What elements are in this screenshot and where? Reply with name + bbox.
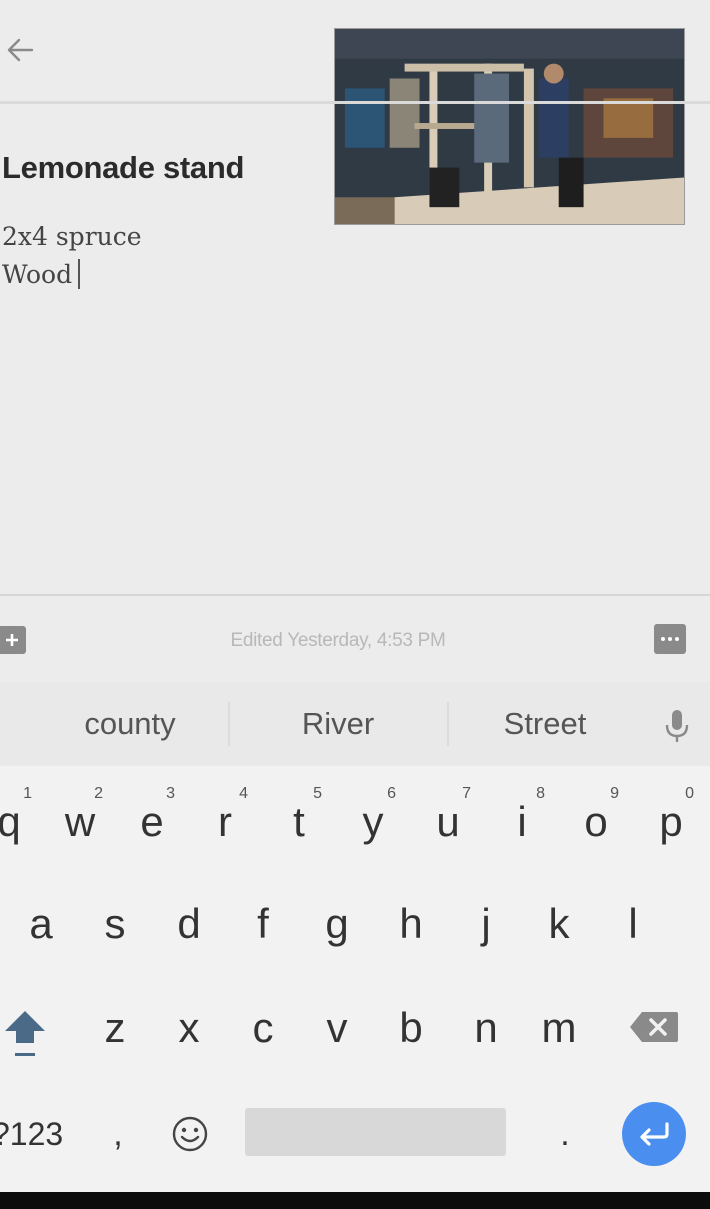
note-image-thumbnail[interactable] [334,28,685,225]
top-divider [0,101,710,104]
comma-key[interactable]: , [98,1092,138,1176]
back-button[interactable] [0,30,40,70]
smiley-icon [172,1116,208,1152]
key-i[interactable]: i8 [487,780,557,864]
key-d[interactable]: d [154,882,224,966]
suggestion-1[interactable]: county [30,704,230,744]
arrow-left-icon [7,38,34,62]
note-line-with-cursor: Wood [2,256,322,294]
key-t[interactable]: t5 [264,780,334,864]
backspace-key[interactable] [626,1007,682,1047]
key-o[interactable]: o9 [561,780,631,864]
key-g[interactable]: g [302,882,372,966]
key-a[interactable]: a [6,882,76,966]
key-l[interactable]: l [598,882,668,966]
key-e[interactable]: e3 [117,780,187,864]
key-b[interactable]: b [376,986,446,1070]
enter-key[interactable] [622,1102,686,1166]
key-y[interactable]: y6 [338,780,408,864]
soft-keyboard: county River Street q1 w2 e3 r4 t5 y6 u7… [0,682,710,1192]
key-p[interactable]: p0 [636,780,706,864]
shift-arrow-icon [5,1011,45,1056]
suggestion-2[interactable]: River [238,704,438,744]
key-c[interactable]: c [228,986,298,1070]
note-line-text: Wood [2,260,73,289]
period-key[interactable]: . [545,1092,585,1176]
backspace-icon [630,1012,678,1042]
emoji-key[interactable] [168,1112,212,1156]
editor-footer: Edited Yesterday, 4:53 PM [0,596,710,682]
key-v[interactable]: v [302,986,372,1070]
suggestion-3[interactable]: Street [445,704,645,744]
note-line: 2x4 spruce [2,222,142,251]
note-title[interactable]: Lemonade stand [2,150,322,186]
top-bar [0,0,710,225]
key-q[interactable]: q1 [0,780,44,864]
key-k[interactable]: k [524,882,594,966]
key-s[interactable]: s [80,882,150,966]
more-options-button[interactable] [654,624,686,654]
key-f[interactable]: f [228,882,298,966]
key-x[interactable]: x [154,986,224,1070]
key-h[interactable]: h [376,882,446,966]
more-dots-icon [661,637,665,641]
shift-key[interactable] [0,1000,50,1066]
key-z[interactable]: z [80,986,150,1070]
system-nav-bar [0,1192,710,1209]
key-u[interactable]: u7 [413,780,483,864]
note-body[interactable]: 2x4 spruce Wood [2,218,322,294]
symbols-key[interactable]: ?123 [0,1092,72,1176]
return-arrow-icon [640,1122,669,1146]
suggestion-strip: county River Street [0,682,710,766]
key-w[interactable]: w2 [45,780,115,864]
voice-input-button[interactable] [662,706,692,746]
microphone-icon [665,710,689,742]
space-bar[interactable] [245,1108,506,1156]
edited-timestamp: Edited Yesterday, 4:53 PM [230,630,446,651]
suggestion-divider [228,702,230,746]
key-j[interactable]: j [451,882,521,966]
key-r[interactable]: r4 [190,780,260,864]
key-m[interactable]: m [524,986,594,1070]
workshop-photo [335,29,684,224]
key-n[interactable]: n [451,986,521,1070]
text-cursor [78,259,81,289]
